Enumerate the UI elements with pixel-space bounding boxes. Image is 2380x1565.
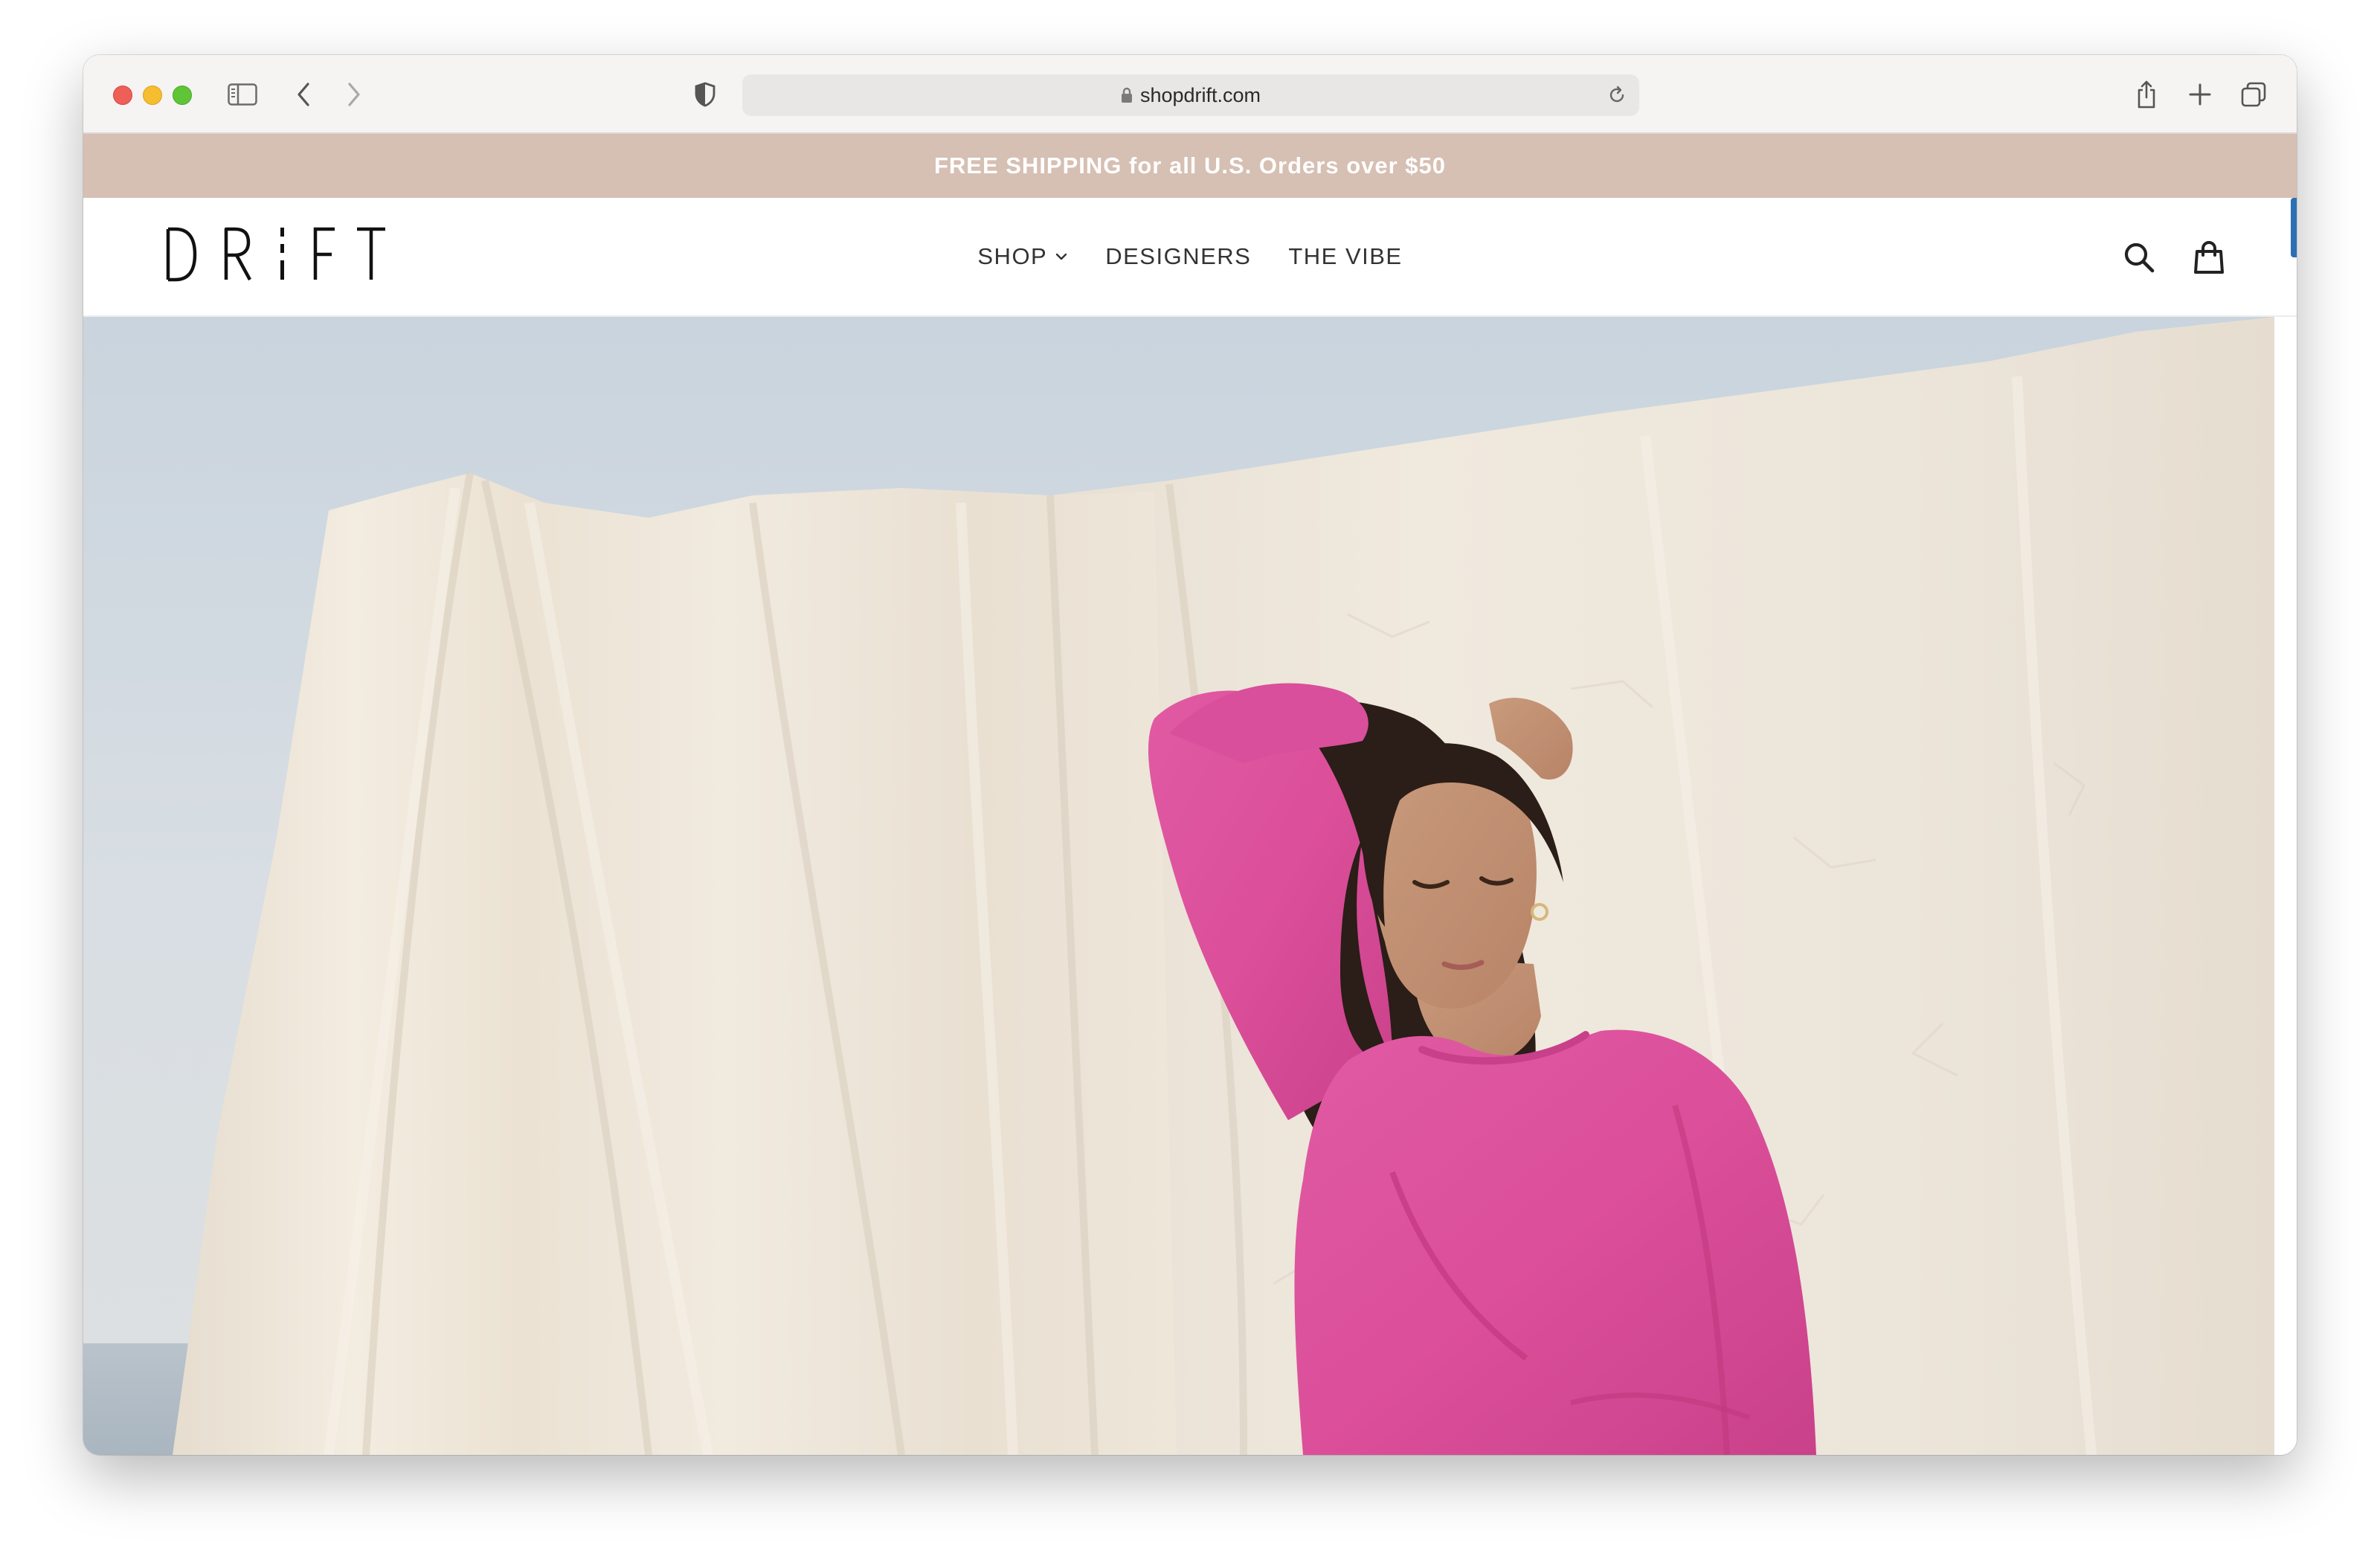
nav-shop-label: SHOP (977, 243, 1048, 269)
chevron-down-icon (1055, 252, 1068, 261)
browser-toolbar: shopdrift.com (83, 55, 2297, 134)
back-icon[interactable] (289, 80, 318, 109)
announcement-text: FREE SHIPPING for all U.S. Orders over $… (933, 152, 1447, 179)
browser-window: shopdrift.com FREE SHIPPING for all U.S.… (83, 55, 2297, 1455)
web-page: FREE SHIPPING for all U.S. Orders over $… (83, 134, 2297, 1455)
nav-shop[interactable]: SHOP (977, 243, 1068, 270)
address-bar[interactable]: shopdrift.com (742, 74, 1639, 116)
url-text: shopdrift.com (1139, 83, 1261, 106)
nav-designers[interactable]: DESIGNERS (1105, 243, 1251, 270)
close-window-button[interactable] (113, 86, 132, 105)
nav-the-vibe-label: THE VIBE (1288, 243, 1403, 269)
announcement-bar: FREE SHIPPING for all U.S. Orders over $… (83, 134, 2297, 198)
zoom-window-button[interactable] (173, 86, 192, 105)
nav-designers-label: DESIGNERS (1105, 243, 1252, 269)
nav-the-vibe[interactable]: THE VIBE (1288, 243, 1402, 270)
site-header: SHOP DESIGNERS THE VIBE (83, 198, 2297, 317)
search-icon[interactable] (2118, 237, 2160, 278)
sidebar-toggle-icon[interactable] (228, 80, 257, 109)
side-feedback-tab[interactable] (2291, 198, 2297, 257)
drift-logo[interactable] (165, 225, 388, 284)
page-edge (2274, 317, 2297, 1455)
cart-icon[interactable] (2188, 237, 2230, 278)
new-tab-icon[interactable] (2185, 80, 2215, 109)
reload-icon[interactable] (1605, 83, 1629, 107)
hero-image (83, 317, 2274, 1455)
tab-overview-icon[interactable] (2239, 80, 2268, 109)
privacy-shield-icon[interactable] (690, 80, 720, 109)
main-nav: SHOP DESIGNERS THE VIBE (83, 198, 2297, 315)
lock-icon (1121, 87, 1133, 103)
forward-icon[interactable] (339, 80, 369, 109)
share-icon[interactable] (2132, 80, 2161, 109)
minimize-window-button[interactable] (143, 86, 162, 105)
